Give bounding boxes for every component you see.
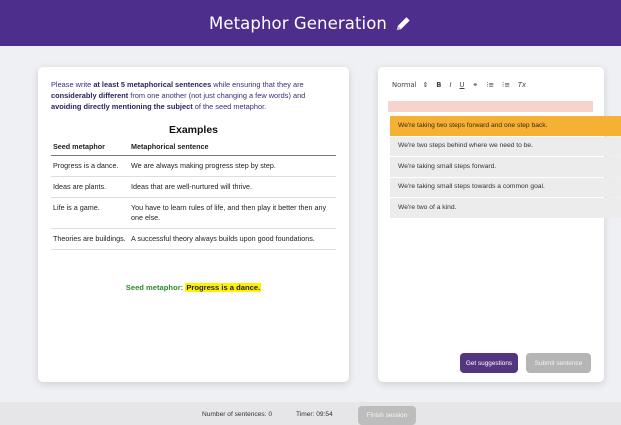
editor-toolbar: Normal ⇕ B I U ⚭ ⁝≡ ⁝≡ Tx: [392, 81, 534, 89]
bold-button[interactable]: B: [436, 81, 441, 89]
footer-bar: Number of sentences: 0 Timer: 09:54: [0, 402, 621, 425]
clear-format-icon[interactable]: Tx: [518, 81, 526, 89]
get-suggestions-button[interactable]: Get suggestions: [460, 353, 518, 373]
suggestion-item[interactable]: We're taking small steps towards a commo…: [390, 177, 621, 197]
link-icon[interactable]: ⚭: [472, 81, 478, 89]
instructions-part: while ensuring that they are: [211, 80, 304, 89]
instructions-bold: considerably different: [51, 91, 129, 100]
seed-value: Progress is a dance.: [185, 283, 262, 292]
finish-session-button[interactable]: Finish session: [358, 406, 416, 425]
bullet-list-icon[interactable]: ⁝≡: [502, 81, 510, 89]
table-header-row: Seed metaphor Metaphorical sentence: [51, 139, 336, 156]
instructions-text: Please write at least 5 metaphorical sen…: [51, 79, 336, 112]
table-row: Ideas are plants. Ideas that are well-nu…: [51, 176, 336, 198]
seed-label: Seed metaphor:: [125, 283, 184, 292]
table-row: Life is a game. You have to learn rules …: [51, 197, 336, 229]
examples-title: Examples: [168, 124, 219, 136]
instructions-bold: avoiding directly mentioning the subject: [51, 102, 193, 111]
instructions-bold: at least 5 metaphorical sentences: [93, 80, 212, 89]
italic-button[interactable]: I: [449, 81, 451, 89]
instructions-card: Please write at least 5 metaphorical sen…: [38, 67, 349, 382]
submit-sentence-button[interactable]: Submit sentence: [526, 353, 591, 373]
format-select-arrow-icon[interactable]: ⇕: [423, 81, 429, 89]
table-row: Progress is a dance. We are always makin…: [51, 155, 336, 177]
editor-card: Normal ⇕ B I U ⚭ ⁝≡ ⁝≡ Tx: [378, 67, 604, 382]
table-row: Theories are buildings. A successful the…: [51, 228, 336, 250]
table-cell: A successful theory always builds upon g…: [129, 228, 336, 250]
timer: Timer: 09:54: [296, 411, 333, 418]
instructions-part: of the seed metaphor.: [192, 102, 267, 111]
table-cell: Ideas are plants.: [51, 176, 129, 198]
pencil-icon: [396, 16, 410, 30]
app-header: Metaphor Generation: [0, 0, 621, 46]
suggestion-item[interactable]: We're taking small steps forward.: [390, 157, 621, 177]
table-cell: Theories are buildings.: [51, 228, 129, 250]
suggestion-item[interactable]: We're taking two steps forward and one s…: [390, 116, 621, 136]
ordered-list-icon[interactable]: ⁝≡: [486, 81, 494, 89]
table-cell: You have to learn rules of life, and the…: [129, 197, 336, 229]
instructions-part: Please write: [51, 80, 94, 89]
editor-input[interactable]: [388, 101, 593, 112]
format-select[interactable]: Normal: [392, 81, 417, 89]
sentence-count: Number of sentences: 0: [202, 411, 273, 418]
instructions-part: from one another (not just changing a fe…: [128, 91, 306, 100]
underline-button[interactable]: U: [460, 81, 465, 89]
table-cell: Ideas that are well-nurtured will thrive…: [129, 176, 336, 198]
suggestion-item[interactable]: We're two steps behind where we need to …: [390, 136, 621, 156]
seed-metaphor: Seed metaphor: Progress is a dance.: [38, 283, 349, 292]
suggestions-list: We're taking two steps forward and one s…: [390, 116, 621, 219]
suggestion-item[interactable]: We're two of a kind.: [390, 198, 621, 218]
column-header: Seed metaphor: [51, 139, 129, 156]
table-cell: We are always making progress step by st…: [129, 155, 336, 177]
table-cell: Progress is a dance.: [51, 155, 129, 177]
page-title: Metaphor Generation: [209, 13, 387, 33]
examples-table: Seed metaphor Metaphorical sentence Prog…: [51, 139, 336, 250]
table-cell: Life is a game.: [51, 197, 129, 229]
column-header: Metaphorical sentence: [129, 139, 336, 156]
